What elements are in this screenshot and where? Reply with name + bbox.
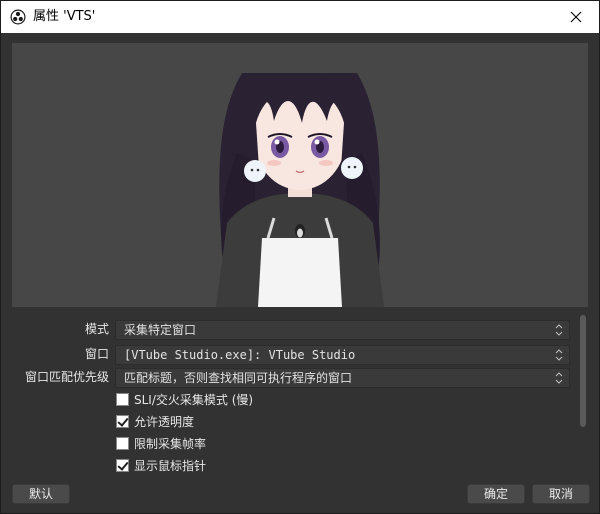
limit-framerate-checkbox[interactable] [116,436,129,450]
defaults-button[interactable]: 默认 [12,484,70,504]
priority-select[interactable]: 匹配标题，否则查找相同可执行程序的窗口 [115,368,570,388]
priority-label: 窗口匹配优先级 [24,370,109,384]
updown-arrows-icon [555,349,563,361]
sli-crossfire-label: SLI/交火采集模式 (慢) [134,392,254,407]
obs-logo-icon [10,9,26,25]
allow-transparency-label: 允许透明度 [134,414,195,429]
window-label: 窗口 [84,347,109,361]
capture-cursor-checkbox[interactable] [116,458,129,472]
capture-cursor-checkbox-row[interactable]: 显示鼠标指针 [116,456,206,474]
allow-transparency-checkbox[interactable] [116,414,129,428]
close-button[interactable] [553,1,599,33]
source-preview [12,43,588,307]
sli-crossfire-checkbox[interactable] [116,392,129,406]
sli-crossfire-checkbox-row[interactable]: SLI/交火采集模式 (慢) [116,390,253,408]
mode-label: 模式 [84,322,109,336]
mode-select[interactable]: 采集特定窗口 [115,320,570,340]
window-title: 属性 'VTS' [33,9,96,24]
priority-value: 匹配标题，否则查找相同可执行程序的窗口 [124,371,353,385]
window-select[interactable]: [VTube Studio.exe]: VTube Studio [115,345,570,365]
limit-framerate-label: 限制采集帧率 [134,436,207,451]
title-bar[interactable]: 属性 'VTS' [1,1,599,33]
vtuber-avatar-image [216,73,384,307]
updown-arrows-icon [555,372,563,384]
ok-button[interactable]: 确定 [467,484,525,504]
properties-dialog: 属性 'VTS' 模式 采集特定窗口 窗口 [VTube Studio.exe]… [0,0,600,514]
updown-arrows-icon [555,324,563,336]
cancel-button[interactable]: 取消 [532,484,590,504]
close-icon [570,8,582,27]
scrollbar-thumb[interactable] [580,315,586,427]
capture-cursor-label: 显示鼠标指针 [134,458,207,473]
allow-transparency-checkbox-row[interactable]: 允许透明度 [116,412,194,430]
window-value: [VTube Studio.exe]: VTube Studio [124,348,356,362]
limit-framerate-checkbox-row[interactable]: 限制采集帧率 [116,434,206,452]
mode-value: 采集特定窗口 [124,323,197,337]
